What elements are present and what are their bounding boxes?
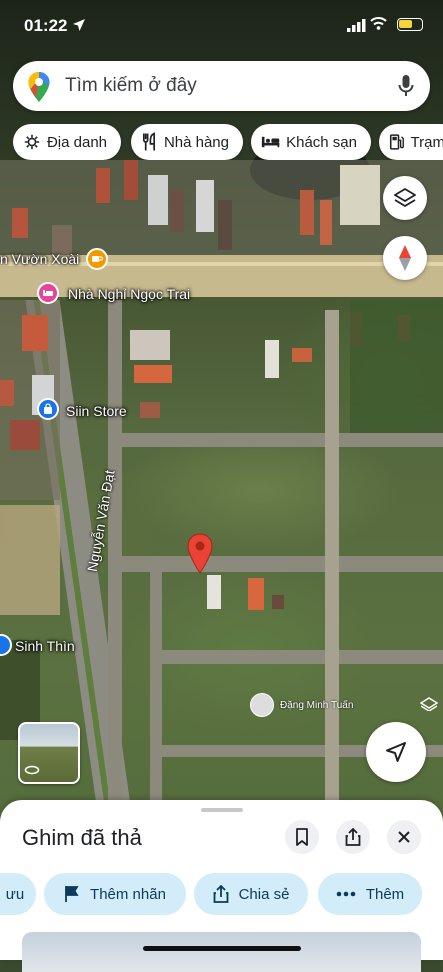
- rotate-360-icon: [24, 765, 40, 775]
- status-bar: 01:22: [0, 0, 443, 54]
- my-location-button[interactable]: [366, 722, 426, 782]
- close-icon: [398, 831, 410, 843]
- shopping-bag-icon[interactable]: [37, 398, 59, 420]
- layers-button[interactable]: [383, 176, 427, 220]
- dropped-pin-icon[interactable]: [186, 533, 214, 575]
- gas-station-icon: [389, 134, 404, 150]
- bed-icon[interactable]: [37, 282, 59, 304]
- share-button[interactable]: [336, 820, 370, 854]
- chip-gas-stations[interactable]: Trạm: [379, 124, 443, 160]
- search-input[interactable]: Tìm kiếm ở đây: [65, 75, 197, 97]
- more-icon: [336, 891, 356, 897]
- action-share[interactable]: Chia sẻ: [194, 873, 308, 915]
- action-label: ưu: [5, 885, 25, 903]
- place-label-sinh-thin[interactable]: Sinh Thìn: [15, 638, 75, 654]
- navigation-arrow-icon: [386, 742, 406, 762]
- location-arrow-icon: [73, 19, 85, 31]
- action-label: Chia sẻ: [238, 885, 290, 903]
- status-time: 01:22: [24, 16, 68, 35]
- compass-icon: [399, 245, 411, 271]
- layers-icon: [394, 188, 416, 207]
- bookmark-icon: [296, 828, 308, 846]
- avatar: [250, 693, 274, 717]
- wifi-icon: [370, 17, 387, 30]
- flag-icon: [65, 886, 79, 902]
- action-add-label[interactable]: Thêm nhãn: [44, 873, 186, 915]
- battery-icon: [397, 18, 423, 31]
- contributor-name: Đặng Minh Tuấn: [280, 699, 354, 711]
- cafe-icon[interactable]: [86, 248, 108, 270]
- close-button[interactable]: [387, 820, 421, 854]
- place-label-siin-store[interactable]: Siin Store: [66, 403, 127, 419]
- place-label-vuon-xoai[interactable]: n Vườn Xoài: [0, 251, 79, 267]
- chip-restaurants[interactable]: Nhà hàng: [131, 124, 243, 160]
- share-icon: [345, 828, 361, 846]
- street-view-thumbnail[interactable]: [18, 722, 80, 784]
- chip-label: Nhà hàng: [163, 133, 229, 151]
- search-bar[interactable]: Tìm kiếm ở đây: [13, 61, 430, 111]
- chip-label: Khách sạn: [286, 133, 357, 151]
- action-more[interactable]: Thêm: [318, 873, 422, 915]
- save-bookmark-button[interactable]: [285, 820, 319, 854]
- signal-icon: [347, 19, 366, 32]
- sheet-drag-handle[interactable]: [201, 808, 243, 812]
- category-chips: Địa danh Nhà hàng Khách sạn Trạm: [13, 124, 443, 160]
- action-label: Thêm nhãn: [90, 885, 166, 903]
- chip-landmarks[interactable]: Địa danh: [13, 124, 121, 160]
- mic-icon[interactable]: [398, 74, 414, 98]
- action-label: Thêm: [365, 885, 405, 903]
- contributor-tag[interactable]: Đặng Minh Tuấn: [250, 693, 353, 717]
- photo-preview[interactable]: [22, 932, 421, 972]
- compass-button[interactable]: [383, 236, 427, 280]
- place-label-nha-nghi[interactable]: Nhà Nghỉ Ngọc Trai: [68, 286, 190, 302]
- home-indicator[interactable]: [143, 946, 301, 951]
- landmark-icon: [24, 134, 40, 150]
- chip-label: Trạm: [410, 133, 443, 151]
- restaurant-icon: [142, 132, 156, 151]
- maps-logo-icon: [28, 72, 50, 102]
- layers-small-icon: [420, 697, 438, 711]
- share-icon: [213, 885, 228, 903]
- chip-hotels[interactable]: Khách sạn: [251, 124, 371, 160]
- chip-label: Địa danh: [46, 133, 107, 151]
- sheet-title: Ghim đã thả: [22, 825, 142, 850]
- hotel-icon: [261, 136, 280, 148]
